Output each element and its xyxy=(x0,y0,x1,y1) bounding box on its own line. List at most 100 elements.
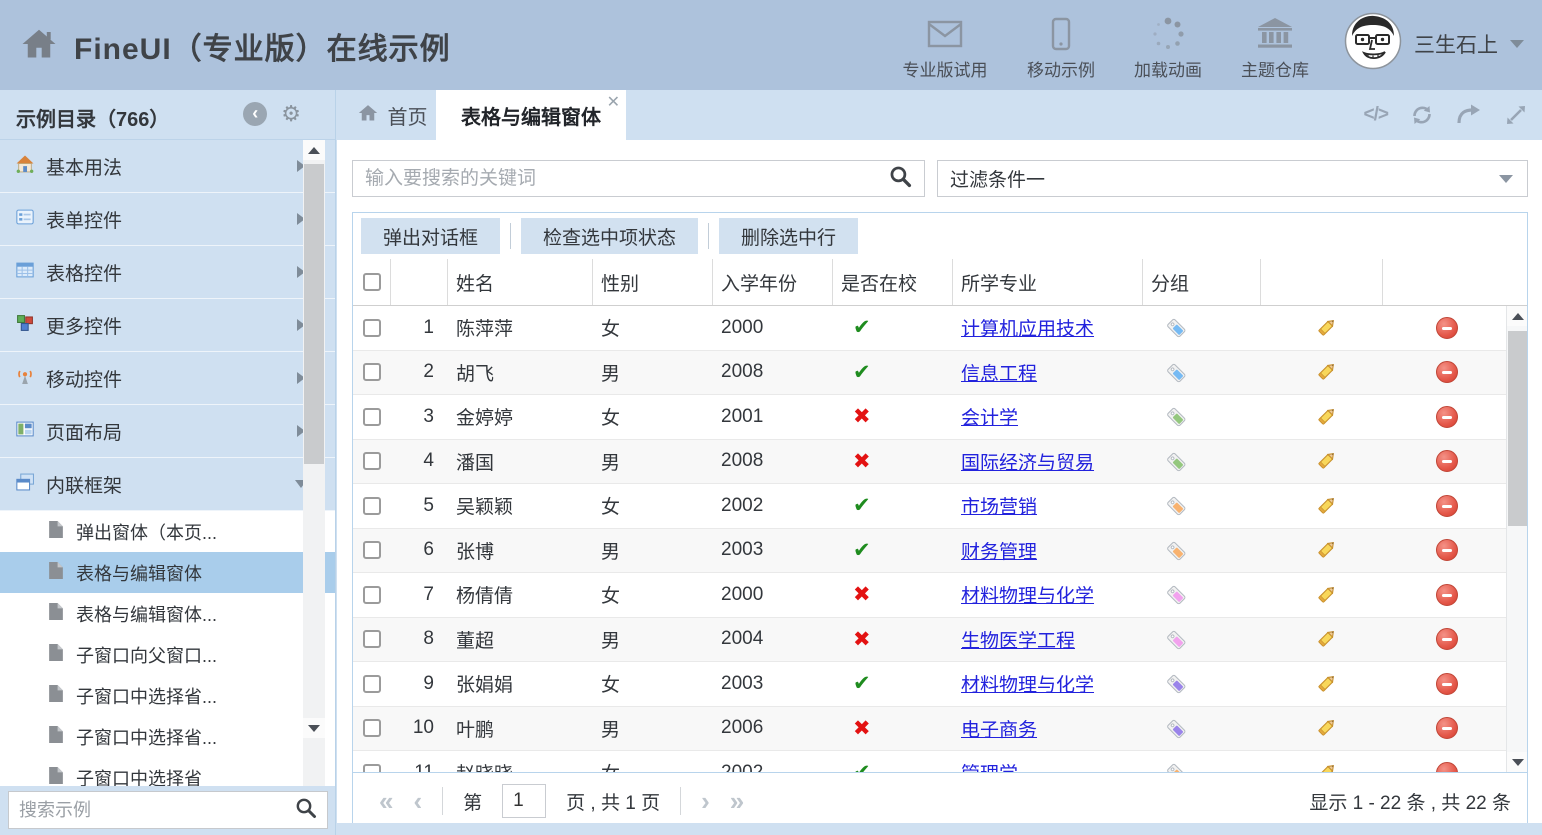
tag-icon[interactable] xyxy=(1165,494,1188,517)
major-link[interactable]: 材料物理与化学 xyxy=(961,670,1094,697)
major-link[interactable]: 信息工程 xyxy=(961,359,1037,386)
scrollbar-thumb[interactable] xyxy=(304,164,324,464)
row-checkbox[interactable] xyxy=(363,719,381,737)
sidebar-subitem[interactable]: 子窗口中选择省... xyxy=(0,716,335,757)
major-link[interactable]: 财务管理 xyxy=(961,537,1037,564)
sidebar-search-input[interactable] xyxy=(9,800,295,821)
row-checkbox[interactable] xyxy=(363,675,381,693)
edit-icon[interactable] xyxy=(1314,672,1338,696)
delete-icon[interactable] xyxy=(1436,361,1458,383)
delete-icon[interactable] xyxy=(1436,717,1458,739)
row-checkbox[interactable] xyxy=(363,630,381,648)
major-link[interactable]: 会计学 xyxy=(961,403,1018,430)
header-action-loading[interactable]: 加载动画 xyxy=(1113,14,1223,81)
collapse-back-icon[interactable]: ‹ xyxy=(243,102,267,126)
edit-icon[interactable] xyxy=(1314,716,1338,740)
edit-icon[interactable] xyxy=(1314,761,1338,772)
sidebar-subitem[interactable]: 表格与编辑窗体 xyxy=(0,552,335,593)
major-link[interactable]: 材料物理与化学 xyxy=(961,581,1094,608)
table-scrollbar[interactable] xyxy=(1506,306,1527,772)
header-action-trial[interactable]: 专业版试用 xyxy=(890,14,1000,81)
tab-home[interactable]: 首页 xyxy=(348,90,436,140)
scrollbar-thumb[interactable] xyxy=(1508,331,1527,526)
scroll-up-button[interactable] xyxy=(303,140,325,160)
delete-icon[interactable] xyxy=(1436,406,1458,428)
edit-icon[interactable] xyxy=(1314,316,1338,340)
major-link[interactable]: 管理学 xyxy=(961,759,1018,772)
delete-icon[interactable] xyxy=(1436,539,1458,561)
major-link[interactable]: 生物医学工程 xyxy=(961,626,1075,653)
scroll-up-button[interactable] xyxy=(1507,306,1527,326)
sidebar-item-basic[interactable]: 基本用法 xyxy=(0,140,335,193)
sidebar-item-more[interactable]: 更多控件 xyxy=(0,299,335,352)
select-all-checkbox[interactable] xyxy=(363,273,381,291)
tag-icon[interactable] xyxy=(1165,583,1188,606)
delete-icon[interactable] xyxy=(1436,762,1458,772)
row-checkbox[interactable] xyxy=(363,363,381,381)
delete-icon[interactable] xyxy=(1436,584,1458,606)
last-page-icon[interactable]: » xyxy=(730,788,744,814)
scroll-down-button[interactable] xyxy=(1507,752,1527,772)
delete-icon[interactable] xyxy=(1436,495,1458,517)
major-link[interactable]: 计算机应用技术 xyxy=(961,314,1094,341)
next-page-icon[interactable]: › xyxy=(701,788,710,814)
tag-icon[interactable] xyxy=(1165,361,1188,384)
open-dialog-button[interactable]: 弹出对话框 xyxy=(361,218,500,254)
check-selection-button[interactable]: 检查选中项状态 xyxy=(521,218,698,254)
forward-icon[interactable] xyxy=(1456,103,1482,127)
row-checkbox[interactable] xyxy=(363,408,381,426)
row-checkbox[interactable] xyxy=(363,541,381,559)
gear-icon[interactable]: ⚙ xyxy=(281,102,301,126)
row-checkbox[interactable] xyxy=(363,452,381,470)
delete-icon[interactable] xyxy=(1436,673,1458,695)
tag-icon[interactable] xyxy=(1165,405,1188,428)
first-page-icon[interactable]: « xyxy=(379,788,393,814)
sidebar-subitem[interactable]: 表格与编辑窗体... xyxy=(0,593,335,634)
row-checkbox[interactable] xyxy=(363,764,381,772)
edit-icon[interactable] xyxy=(1314,538,1338,562)
major-link[interactable]: 市场营销 xyxy=(961,492,1037,519)
tag-icon[interactable] xyxy=(1165,316,1188,339)
tag-icon[interactable] xyxy=(1165,761,1188,772)
sidebar-subitem[interactable]: 子窗口中选择省 xyxy=(0,757,335,786)
close-icon[interactable]: ✕ xyxy=(607,92,620,112)
tag-icon[interactable] xyxy=(1165,628,1188,651)
major-link[interactable]: 电子商务 xyxy=(961,715,1037,742)
row-checkbox[interactable] xyxy=(363,319,381,337)
sidebar-item-form[interactable]: 表单控件 xyxy=(0,193,335,246)
search-icon[interactable] xyxy=(889,165,912,193)
filter-dropdown[interactable]: 过滤条件一 xyxy=(937,160,1528,197)
sidebar-scrollbar[interactable] xyxy=(303,140,325,786)
search-icon[interactable] xyxy=(295,797,317,824)
user-menu[interactable]: 三生石上 xyxy=(1344,12,1524,75)
tag-icon[interactable] xyxy=(1165,672,1188,695)
delete-icon[interactable] xyxy=(1436,317,1458,339)
scroll-down-button[interactable] xyxy=(303,718,325,738)
prev-page-icon[interactable]: ‹ xyxy=(413,788,422,814)
sidebar-item-iframe[interactable]: 内联框架 xyxy=(0,458,335,511)
edit-icon[interactable] xyxy=(1314,627,1338,651)
sidebar-item-mobile[interactable]: 移动控件 xyxy=(0,352,335,405)
tab-active[interactable]: 表格与编辑窗体 ✕ xyxy=(436,90,626,140)
sidebar-item-layout[interactable]: 页面布局 xyxy=(0,405,335,458)
tag-icon[interactable] xyxy=(1165,450,1188,473)
row-checkbox[interactable] xyxy=(363,497,381,515)
keyword-search-input[interactable] xyxy=(353,168,889,190)
delete-rows-button[interactable]: 删除选中行 xyxy=(719,218,858,254)
major-link[interactable]: 国际经济与贸易 xyxy=(961,448,1094,475)
header-action-themes[interactable]: 主题仓库 xyxy=(1220,14,1330,81)
edit-icon[interactable] xyxy=(1314,405,1338,429)
sidebar-subitem[interactable]: 弹出窗体（本页... xyxy=(0,511,335,552)
expand-icon[interactable] xyxy=(1504,103,1528,127)
edit-icon[interactable] xyxy=(1314,360,1338,384)
tag-icon[interactable] xyxy=(1165,717,1188,740)
sidebar-subitem[interactable]: 子窗口向父窗口... xyxy=(0,634,335,675)
header-action-mobile[interactable]: 移动示例 xyxy=(1006,14,1116,81)
edit-icon[interactable] xyxy=(1314,449,1338,473)
delete-icon[interactable] xyxy=(1436,628,1458,650)
row-checkbox[interactable] xyxy=(363,586,381,604)
source-code-icon[interactable]: </> xyxy=(1364,104,1388,126)
edit-icon[interactable] xyxy=(1314,583,1338,607)
refresh-icon[interactable] xyxy=(1410,103,1434,127)
sidebar-subitem[interactable]: 子窗口中选择省... xyxy=(0,675,335,716)
